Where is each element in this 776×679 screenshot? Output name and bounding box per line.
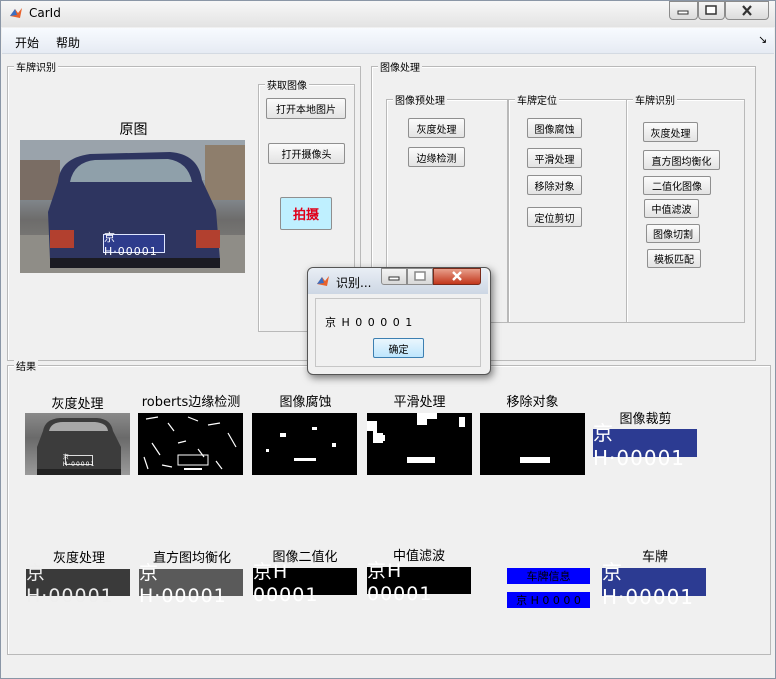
- plate-recognition-legend: 车牌识别: [14, 59, 58, 74]
- result-erode-image: [252, 413, 357, 475]
- results-legend: 结果: [14, 358, 38, 373]
- result-roberts-image: [138, 413, 243, 475]
- window-title: CarId: [29, 6, 61, 20]
- menu-start[interactable]: 开始: [15, 34, 39, 51]
- dialog-ok-button[interactable]: 确定: [373, 338, 424, 358]
- median-filter-button[interactable]: 中值滤波: [644, 199, 699, 218]
- matlab-logo-icon: [10, 8, 22, 18]
- result-caption-smooth: 平滑处理: [393, 395, 446, 410]
- open-camera-button[interactable]: 打开摄像头: [268, 143, 345, 164]
- result-gray-plate: 京H·00001: [26, 562, 130, 607]
- edge-detect-button[interactable]: 边缘检测: [408, 147, 465, 167]
- dialog-minimize-button[interactable]: [381, 268, 407, 285]
- close-icon: [742, 5, 752, 16]
- maximize-icon: [705, 5, 717, 15]
- dialog-close-button[interactable]: [433, 268, 481, 285]
- smoothed-graphic: [367, 413, 465, 463]
- preprocess-legend: 图像预处理: [393, 92, 447, 107]
- result-caption-roberts: roberts边缘检测: [141, 395, 241, 410]
- result-final-plate: 京H·00001: [602, 560, 706, 609]
- menu-help[interactable]: 帮助: [56, 34, 80, 51]
- dialog-body: 京 H 0 0 0 0 1 确定: [315, 298, 481, 367]
- result-smooth-image: [367, 413, 472, 475]
- minimize-button[interactable]: [669, 1, 698, 20]
- image-processing-legend: 图像处理: [378, 59, 422, 74]
- capture-button[interactable]: 拍摄: [280, 197, 332, 230]
- binarize-button[interactable]: 二值化图像: [643, 176, 711, 195]
- template-match-button[interactable]: 模板匹配: [647, 249, 701, 268]
- histogram-equalize-button[interactable]: 直方图均衡化: [643, 150, 720, 170]
- smooth-button[interactable]: 平滑处理: [527, 148, 582, 168]
- title-bar: CarId: [1, 1, 775, 27]
- original-car-image: 京H·00001: [20, 140, 245, 273]
- dialog-title: 识别...: [336, 276, 372, 290]
- dialog-maximize-icon: [414, 271, 426, 281]
- result-remove-object-image: [480, 413, 585, 475]
- result-grayscale-image: 京H·00001: [25, 413, 130, 475]
- original-image-caption: 原图: [119, 122, 148, 138]
- dialog-close-icon: [452, 271, 462, 281]
- result-median-plate: 京H 00001: [367, 560, 471, 605]
- eroded-graphic: [266, 427, 336, 461]
- recognition-dialog: 识别... 京 H 0 0 0 0 1 确定: [307, 267, 491, 375]
- remove-object-button[interactable]: 移除对象: [527, 175, 582, 195]
- result-binary-plate: 京H 00001: [253, 561, 357, 606]
- plate-locate-legend: 车牌定位: [515, 92, 559, 107]
- result-caption-erode: 图像腐蚀: [279, 395, 332, 410]
- dialog-matlab-icon: [317, 276, 329, 286]
- dock-arrow-icon[interactable]: ↘: [758, 33, 767, 46]
- dialog-message: 京 H 0 0 0 0 1: [325, 316, 414, 329]
- result-histeq-plate: 京H·00001: [139, 562, 243, 607]
- erode-button[interactable]: 图像腐蚀: [527, 118, 582, 138]
- identify-grayscale-button[interactable]: 灰度处理: [643, 122, 698, 142]
- app-window: CarId 开始 帮助 ↘ 车牌识别 原图 京H·00001 获取图像 打开本地…: [0, 0, 776, 679]
- plate-identify-legend: 车牌识别: [633, 92, 677, 107]
- preprocess-grayscale-button[interactable]: 灰度处理: [408, 118, 465, 138]
- locate-crop-button[interactable]: 定位剪切: [527, 207, 582, 227]
- dialog-maximize-button[interactable]: [407, 268, 433, 285]
- menu-bar: 开始 帮助 ↘: [2, 28, 774, 54]
- open-local-image-button[interactable]: 打开本地图片: [266, 98, 346, 119]
- plate-info-label-box: 车牌信息: [507, 568, 590, 584]
- dialog-title-bar: 识别...: [308, 268, 488, 294]
- result-cropped-plate: 京H·00001: [593, 421, 697, 470]
- maximize-button[interactable]: [698, 1, 725, 20]
- acquire-image-legend: 获取图像: [265, 77, 309, 92]
- minimize-icon: [677, 10, 689, 15]
- roberts-edge-graphic: [143, 416, 237, 470]
- image-split-button[interactable]: 图像切割: [646, 224, 700, 243]
- grayscale-plate: 京H·00001: [62, 454, 96, 468]
- original-plate: 京H·00001: [103, 231, 165, 258]
- plate-info-value-box: 京 H 0 0 0 0: [507, 592, 590, 608]
- dialog-minimize-icon: [388, 276, 400, 281]
- close-button[interactable]: [725, 1, 769, 20]
- result-caption-remove: 移除对象: [506, 395, 559, 410]
- removed-object-graphic: [520, 457, 550, 463]
- result-caption-grayscale: 灰度处理: [51, 397, 104, 412]
